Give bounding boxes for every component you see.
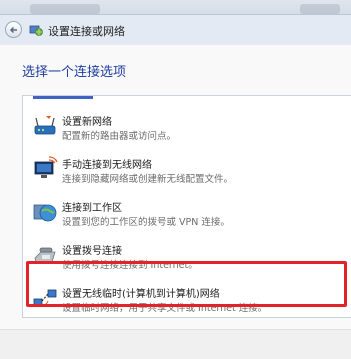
blurred-text — [30, 4, 100, 14]
option-description: 设置到您的工作区的拨号或 VPN 连接。 — [62, 217, 230, 228]
option-title: 连接到工作区 — [62, 203, 122, 214]
router-icon — [34, 116, 56, 135]
back-button[interactable] — [5, 21, 22, 38]
option-connect-workplace[interactable]: 连接到工作区 设置到您的工作区的拨号或 VPN 连接。 — [23, 195, 351, 233]
blurred-text — [300, 4, 340, 14]
wireless-monitor-icon — [34, 156, 58, 178]
page-heading: 选择一个连接选项 — [22, 65, 127, 80]
workplace-globe-icon — [33, 204, 57, 222]
option-description: 连接到隐藏网络或创建新无线配置文件。 — [62, 174, 234, 185]
dialog-footer — [0, 329, 351, 359]
option-manual-wireless[interactable]: 手动连接到无线网络 连接到隐藏网络或创建新无线配置文件。 — [23, 152, 351, 190]
option-title: 设置拨号连接 — [62, 246, 122, 257]
network-globe-icon — [29, 25, 43, 36]
window-title: 设置连接或网络 — [48, 25, 125, 38]
option-description: 配置新的路由器或访问点。 — [62, 131, 177, 142]
option-title: 手动连接到无线网络 — [62, 160, 152, 171]
selection-edge — [33, 96, 93, 99]
option-title: 设置新网络 — [62, 117, 112, 128]
option-setup-new-network[interactable]: 设置新网络 配置新的路由器或访问点。 — [23, 109, 351, 147]
back-arrow-icon — [9, 26, 17, 33]
red-highlight-box — [26, 261, 347, 307]
title-bar: 设置连接或网络 — [0, 15, 351, 45]
